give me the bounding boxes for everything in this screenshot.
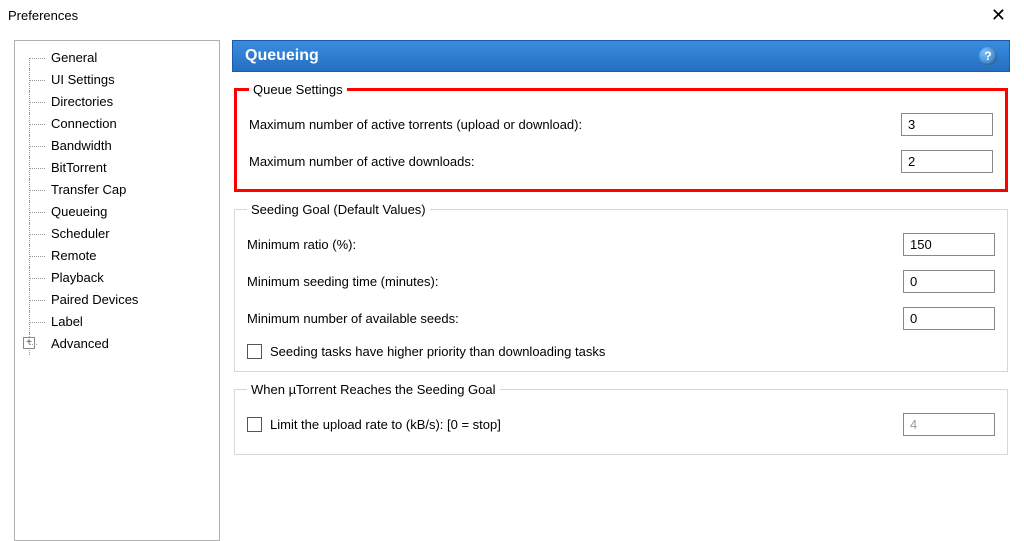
help-icon[interactable]: ?	[979, 47, 997, 65]
min-ratio-row: Minimum ratio (%):	[247, 233, 995, 256]
min-seed-time-row: Minimum seeding time (minutes):	[247, 270, 995, 293]
min-avail-seeds-input[interactable]	[903, 307, 995, 330]
titlebar: Preferences ✕	[0, 0, 1024, 30]
sidebar-item-label: General	[51, 50, 97, 65]
sidebar-item-general[interactable]: General	[19, 47, 215, 69]
sidebar-item-label: BitTorrent	[51, 160, 107, 175]
seeding-goal-group: Seeding Goal (Default Values) Minimum ra…	[234, 202, 1008, 372]
sidebar-item-scheduler[interactable]: Scheduler	[19, 223, 215, 245]
sidebar-item-label: Directories	[51, 94, 113, 109]
when-reaches-group: When µTorrent Reaches the Seeding Goal L…	[234, 382, 1008, 455]
max-active-downloads-label: Maximum number of active downloads:	[249, 154, 474, 169]
sidebar-item-playback[interactable]: Playback	[19, 267, 215, 289]
content-area: General UI Settings Directories Connecti…	[0, 30, 1024, 541]
sidebar-item-label[interactable]: Label	[19, 311, 215, 333]
close-icon[interactable]: ✕	[981, 4, 1016, 26]
max-active-downloads-row: Maximum number of active downloads:	[249, 150, 993, 173]
panel-title: Queueing	[245, 47, 319, 65]
sidebar-item-label: UI Settings	[51, 72, 115, 87]
min-ratio-label: Minimum ratio (%):	[247, 237, 356, 252]
sidebar-item-label: Transfer Cap	[51, 182, 126, 197]
max-active-downloads-input[interactable]	[901, 150, 993, 173]
sidebar-item-label: Paired Devices	[51, 292, 138, 307]
sidebar-item-directories[interactable]: Directories	[19, 91, 215, 113]
sidebar-item-paired-devices[interactable]: Paired Devices	[19, 289, 215, 311]
max-active-torrents-row: Maximum number of active torrents (uploa…	[249, 113, 993, 136]
panel-header: Queueing ?	[232, 40, 1010, 72]
sidebar-item-bittorrent[interactable]: BitTorrent	[19, 157, 215, 179]
sidebar-item-advanced[interactable]: + Advanced	[19, 333, 215, 355]
sidebar-item-label: Queueing	[51, 204, 107, 219]
min-ratio-input[interactable]	[903, 233, 995, 256]
sidebar-item-bandwidth[interactable]: Bandwidth	[19, 135, 215, 157]
sidebar-item-label: Bandwidth	[51, 138, 112, 153]
sidebar-item-label: Playback	[51, 270, 104, 285]
main-panel: Queueing ? Queue Settings Maximum number…	[232, 40, 1010, 541]
limit-upload-input[interactable]	[903, 413, 995, 436]
sidebar-item-remote[interactable]: Remote	[19, 245, 215, 267]
expand-icon[interactable]: +	[23, 337, 35, 349]
seeding-priority-checkbox[interactable]	[247, 344, 262, 359]
preferences-window: Preferences ✕ General UI Settings Direct…	[0, 0, 1024, 539]
sidebar-item-transfer-cap[interactable]: Transfer Cap	[19, 179, 215, 201]
seeding-goal-legend: Seeding Goal (Default Values)	[247, 202, 430, 217]
min-avail-seeds-row: Minimum number of available seeds:	[247, 307, 995, 330]
sidebar-item-label: Label	[51, 314, 83, 329]
min-avail-seeds-label: Minimum number of available seeds:	[247, 311, 459, 326]
limit-upload-checkbox[interactable]	[247, 417, 262, 432]
sidebar-item-label: Advanced	[51, 336, 109, 351]
limit-upload-label: Limit the upload rate to (kB/s): [0 = st…	[270, 417, 501, 432]
sidebar: General UI Settings Directories Connecti…	[14, 40, 220, 541]
sidebar-item-label: Scheduler	[51, 226, 110, 241]
nav-tree: General UI Settings Directories Connecti…	[19, 47, 215, 355]
window-title: Preferences	[8, 8, 78, 23]
queue-settings-legend: Queue Settings	[249, 82, 347, 97]
max-active-torrents-label: Maximum number of active torrents (uploa…	[249, 117, 582, 132]
sidebar-item-queueing[interactable]: Queueing	[19, 201, 215, 223]
sidebar-item-connection[interactable]: Connection	[19, 113, 215, 135]
sidebar-item-ui-settings[interactable]: UI Settings	[19, 69, 215, 91]
when-reaches-legend: When µTorrent Reaches the Seeding Goal	[247, 382, 500, 397]
min-seed-time-label: Minimum seeding time (minutes):	[247, 274, 438, 289]
sidebar-item-label: Connection	[51, 116, 117, 131]
seeding-priority-row: Seeding tasks have higher priority than …	[247, 344, 995, 359]
seeding-priority-label: Seeding tasks have higher priority than …	[270, 344, 605, 359]
max-active-torrents-input[interactable]	[901, 113, 993, 136]
queue-settings-group: Queue Settings Maximum number of active …	[234, 82, 1008, 192]
limit-upload-row: Limit the upload rate to (kB/s): [0 = st…	[247, 413, 995, 436]
sidebar-item-label: Remote	[51, 248, 97, 263]
min-seed-time-input[interactable]	[903, 270, 995, 293]
